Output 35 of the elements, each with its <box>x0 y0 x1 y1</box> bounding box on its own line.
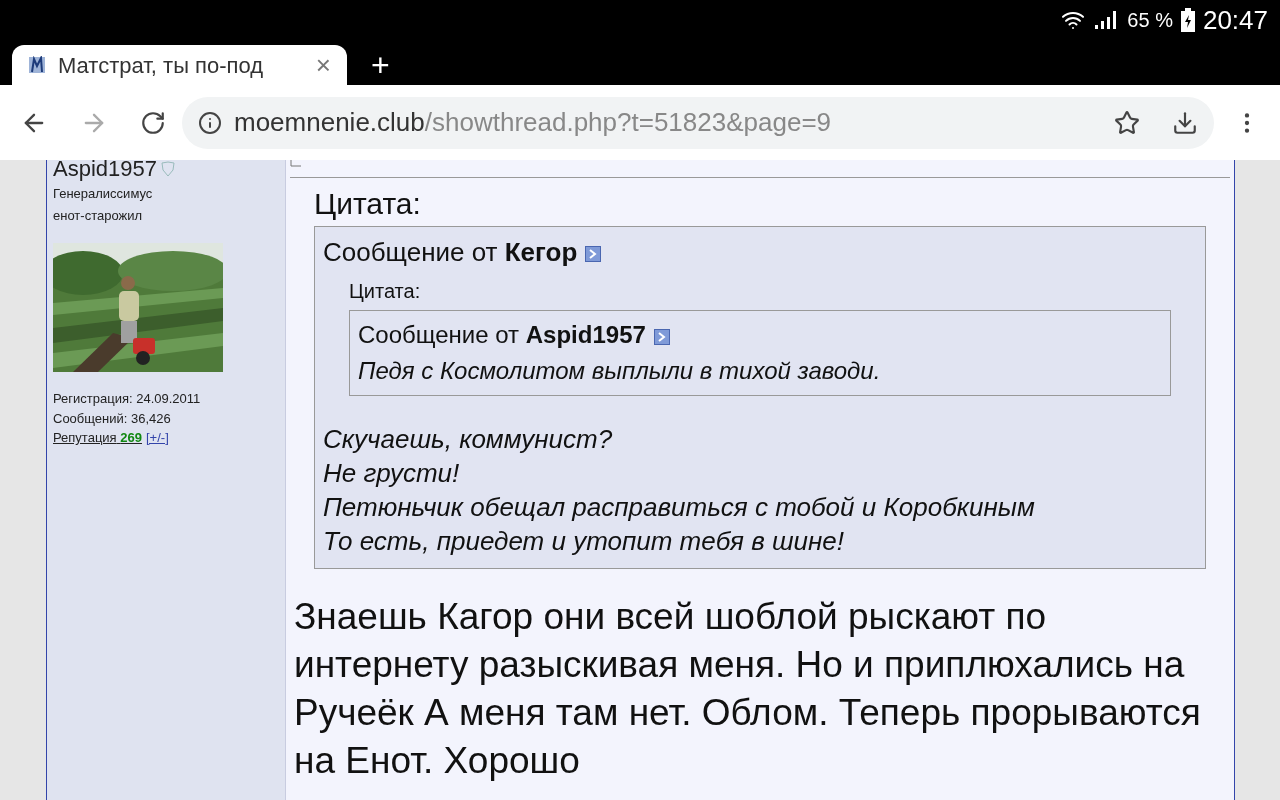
clock: 20:47 <box>1202 3 1268 37</box>
quote-text: То есть, приедет и утопит тебя в шине! <box>323 525 845 558</box>
url-text: moemnenie.club/showthread.php?t=51823&page=9 <box>234 106 833 139</box>
post-icon <box>290 160 302 168</box>
quote-text: Педя с Космолитом выплыли в тихой заводи. <box>358 356 882 386</box>
jump-to-post-icon[interactable] <box>585 246 602 263</box>
quote-text: Петюньчик обещал расправиться с тобой и Коробкиным <box>323 491 1036 524</box>
reputation-vote-link[interactable]: [+/-] <box>146 428 169 448</box>
reload-icon[interactable] <box>140 109 166 136</box>
user-title: енот-старожил <box>53 206 144 225</box>
battery-icon <box>1180 8 1195 32</box>
quote-label: Цитата: <box>349 279 422 304</box>
quote-label: Цитата: <box>314 186 422 222</box>
battery-level: 65 % <box>1127 8 1173 33</box>
post-text: Знаешь Кагор они всей шоблой рыскают по интернету разыскивая меня. Но и приплюхались на Ручеёк А меня там нет. Облом. Теперь прорываются на Енот. Хорошо <box>293 595 1202 783</box>
jump-to-post-icon[interactable] <box>653 328 670 345</box>
reputation-link[interactable]: Репутация 269 <box>53 428 142 448</box>
site-favicon <box>28 56 46 74</box>
tab-close-button[interactable]: × <box>315 52 331 78</box>
download-icon[interactable] <box>1172 109 1198 136</box>
quote-text: Не грусти! <box>323 457 461 490</box>
quote-text: Скучаешь, коммунист? <box>323 423 614 456</box>
quote-author: Сообщение от Кегор <box>323 233 1171 272</box>
tab-title: Матстрат, ты по-под <box>58 51 265 80</box>
address-bar[interactable]: moemnenie.club/showthread.php?t=51823&page=9 <box>182 96 1214 149</box>
registration-date: Регистрация: 24.09.2011 <box>53 390 202 408</box>
info-icon[interactable] <box>198 110 222 135</box>
user-rank: Генералиссимус <box>53 185 154 203</box>
post-count: Сообщений: 36,426 <box>53 409 172 428</box>
quote-author: Сообщение от Aspid1957 <box>358 317 1162 353</box>
browser-tab[interactable]: Матстрат, ты по-под × <box>12 45 347 85</box>
username[interactable]: Aspid1957 <box>53 160 157 182</box>
new-tab-button[interactable]: + <box>371 45 390 85</box>
bookmark-star-icon[interactable] <box>1114 109 1140 136</box>
shield-icon <box>161 161 175 177</box>
